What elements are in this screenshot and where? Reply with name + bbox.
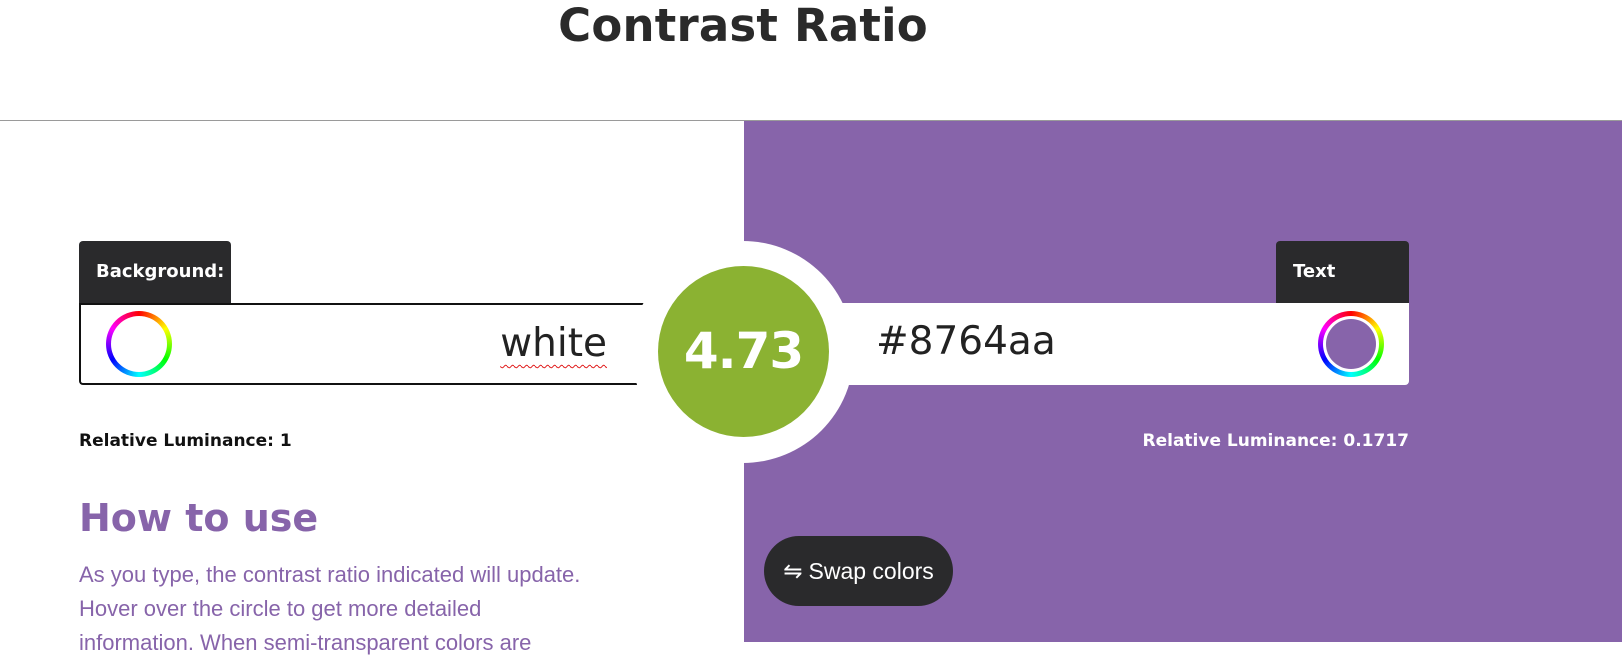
contrast-ratio-result[interactable]: 4.73 [658,266,829,437]
luminance-value: 0.1717 [1343,431,1409,451]
text-color-picker-icon[interactable] [1318,311,1384,377]
background-relative-luminance: Relative Luminance: 1 [79,428,292,454]
swatch-fill [1326,319,1376,369]
text-color-field: #8764aa [840,303,1409,385]
background-color-value[interactable]: white [500,321,607,366]
page-title: Contrast Ratio [558,0,928,52]
swatch-ring [1323,316,1379,372]
page-header: Contrast Ratio [0,0,1622,121]
swap-colors-label: Swap colors [808,558,934,584]
how-to-use-text: As you type, the contrast ratio indicate… [79,562,581,655]
background-label: Background: [79,241,231,303]
swap-colors-button[interactable]: ⇋ Swap colors [764,536,953,606]
background-field: white [79,303,645,385]
text-color-label: Text color: [1276,241,1409,344]
background-color-picker-icon[interactable] [106,311,172,377]
swap-arrows-icon: ⇋ [783,558,803,584]
text-color-input[interactable]: #8764aa [876,303,1296,381]
swatch-fill [111,316,167,372]
how-to-use-heading: How to use [79,496,319,540]
luminance-label: Relative Luminance: [1142,431,1338,451]
background-color-input[interactable]: white [171,305,607,383]
luminance-value: 1 [279,431,292,451]
luminance-label: Relative Luminance: [79,431,274,451]
text-color-relative-luminance: Relative Luminance: 0.1717 [1143,428,1410,454]
